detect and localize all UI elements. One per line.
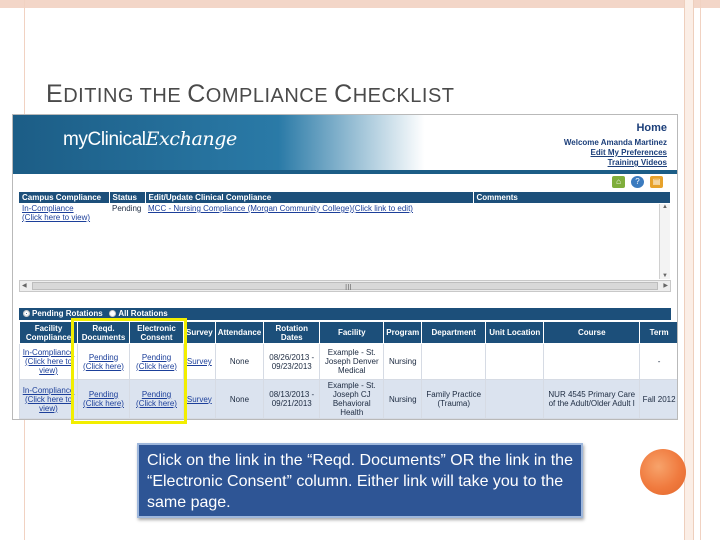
edit-compliance-cell: MCC - Nursing Compliance (Morgan Communi… [145, 203, 473, 223]
col-unit-location: Unit Location [485, 321, 545, 344]
print-icon[interactable]: ▤ [650, 176, 663, 188]
col-facility: Facility [319, 321, 385, 344]
edit-compliance-link[interactable]: MCC - Nursing Compliance (Morgan Communi… [148, 204, 413, 213]
department-cell: Family Practice (Trauma) [421, 379, 487, 419]
edit-preferences-link[interactable]: Edit My Preferences [564, 148, 667, 158]
col-survey: Survey [183, 321, 216, 344]
highlight-box [71, 318, 187, 424]
toolbar-icons: ⌂ ? ▤ [612, 176, 663, 188]
term-cell: - [639, 343, 677, 380]
scroll-up-icon[interactable]: ▲ [662, 204, 668, 210]
campus-compliance-link[interactable]: In-Compliance [22, 204, 74, 213]
program-cell: Nursing [383, 379, 423, 419]
rotation-dates-cell: 08/26/2013 - 09/23/2013 [263, 343, 321, 380]
comments-cell [473, 203, 671, 223]
facility-cell: Example - St. Joseph CJ Behavioral Healt… [319, 379, 385, 419]
facility-cell: Example - St. Joseph Denver Medical [319, 343, 385, 380]
col-campus-compliance: Campus Compliance [19, 192, 110, 203]
course-cell [543, 343, 641, 380]
all-rotations-radio[interactable] [109, 310, 117, 317]
status-cell: Pending [112, 204, 142, 213]
instruction-callout: Click on the link in the “Reqd. Document… [137, 443, 583, 518]
all-rotations-label[interactable]: All Rotations [118, 309, 167, 318]
facility-compliance-view-link[interactable]: (Click here to view) [25, 357, 72, 375]
scroll-left-icon[interactable]: ◀ [22, 282, 27, 289]
campus-compliance-view-link[interactable]: (Click here to view) [22, 213, 90, 222]
slide-title: EDITING THE COMPLIANCE CHECKLIST [46, 80, 455, 108]
col-rotation-dates: Rotation Dates [263, 321, 321, 344]
app-header: myClinicalExchange Home Welcome Amanda M… [13, 115, 677, 170]
scroll-grip: III [345, 283, 352, 292]
col-department: Department [421, 321, 487, 344]
col-status: Status [109, 192, 146, 203]
attendance-cell: None [214, 379, 265, 419]
course-cell: NUR 4545 Primary Care of the Adult/Older… [543, 379, 641, 419]
unit-location-cell [485, 343, 545, 380]
facility-compliance-cell: In-Compliance (Click here to view) [19, 343, 78, 380]
col-program: Program [383, 321, 423, 344]
table-row: In-Compliance (Click here to view) Pendi… [19, 203, 671, 223]
slide-right-rule [700, 0, 701, 540]
scroll-down-icon[interactable]: ▼ [662, 273, 668, 279]
header-links: Home Welcome Amanda Martinez Edit My Pre… [564, 122, 667, 168]
program-cell: Nursing [383, 343, 423, 380]
col-edit-compliance: Edit/Update Clinical Compliance [145, 192, 474, 203]
header-stripe [13, 170, 677, 174]
slide-top-border [0, 0, 720, 8]
attendance-cell: None [214, 343, 265, 380]
survey-link[interactable]: Survey [187, 357, 212, 366]
term-cell: Fall 2012 [639, 379, 677, 419]
facility-compliance-view-link[interactable]: (Click here to view) [25, 395, 72, 413]
help-icon[interactable]: ? [631, 176, 644, 188]
compliance-table: Campus Compliance Status Edit/Update Cli… [19, 192, 671, 223]
col-attendance: Attendance [214, 321, 265, 344]
training-videos-link[interactable]: Training Videos [564, 158, 667, 168]
unit-location-cell [485, 379, 545, 419]
campus-compliance-cell: In-Compliance (Click here to view) [19, 203, 109, 223]
col-course: Course [543, 321, 641, 344]
app-logo[interactable]: myClinicalExchange [63, 128, 237, 151]
survey-cell: Survey [183, 343, 216, 380]
pending-rotations-label[interactable]: Pending Rotations [32, 309, 103, 318]
slide-right-bar [684, 0, 694, 540]
facility-compliance-cell: In-Compliance (Click here to view) [19, 379, 78, 419]
survey-cell: Survey [183, 379, 216, 419]
horizontal-scrollbar[interactable]: ◀ III ▶ [19, 280, 671, 292]
survey-link[interactable]: Survey [187, 395, 212, 404]
home-icon[interactable]: ⌂ [612, 176, 625, 188]
vertical-scrollbar[interactable]: ▲ ▼ [659, 204, 670, 279]
facility-compliance-link[interactable]: In-Compliance [23, 348, 75, 357]
decorative-orb [640, 449, 686, 495]
scroll-thumb[interactable]: III [32, 282, 658, 292]
col-facility-compliance: Facility Compliance [19, 321, 78, 344]
welcome-text: Welcome Amanda Martinez [563, 138, 667, 147]
facility-compliance-link[interactable]: In-Compliance [23, 386, 75, 395]
home-link[interactable]: Home [564, 122, 667, 134]
col-term: Term [639, 321, 677, 344]
col-comments: Comments [473, 192, 671, 203]
department-cell [421, 343, 487, 380]
pending-rotations-radio[interactable] [23, 310, 30, 317]
rotation-dates-cell: 08/13/2013 - 09/21/2013 [263, 379, 321, 419]
scroll-right-icon[interactable]: ▶ [663, 282, 668, 289]
